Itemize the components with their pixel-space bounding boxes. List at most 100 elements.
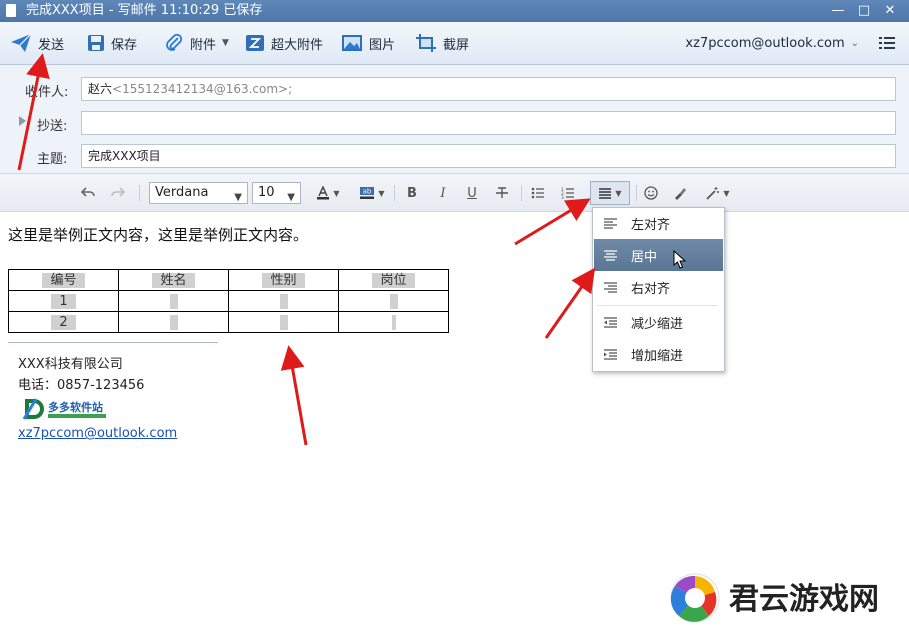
separator bbox=[521, 185, 522, 201]
align-dropdown-button[interactable]: ▼ bbox=[590, 181, 630, 205]
chevron-down-icon: ▼ bbox=[615, 188, 622, 198]
table-cell[interactable]: 1 bbox=[8, 290, 119, 312]
numbered-list-icon[interactable]: 123 bbox=[559, 183, 577, 203]
table-cell-value bbox=[169, 314, 178, 330]
table-header-row: 编号 姓名 性别 岗位 bbox=[8, 269, 449, 291]
table-row: 1 bbox=[8, 290, 449, 312]
signature-email-link[interactable]: xz7pccom@outlook.com bbox=[18, 426, 177, 441]
font-family-select[interactable]: Verdana ▼ bbox=[149, 182, 248, 204]
align-right-icon bbox=[604, 281, 617, 293]
table-cell[interactable] bbox=[118, 311, 229, 333]
recipient-name: 赵六 bbox=[88, 82, 113, 96]
menu-item-label: 减少缩进 bbox=[631, 316, 684, 332]
big-attach-button[interactable]: 超大附件 bbox=[245, 22, 323, 64]
table-cell-value bbox=[169, 293, 178, 309]
align-left-icon bbox=[604, 217, 617, 229]
separator bbox=[139, 185, 140, 201]
table-cell[interactable] bbox=[338, 311, 449, 333]
subject-field[interactable]: 完成XXX项目 bbox=[81, 144, 896, 168]
watermark-logo: 君云游戏网 bbox=[670, 573, 879, 623]
minimize-button[interactable]: — bbox=[826, 0, 850, 22]
underline-button[interactable]: U bbox=[464, 183, 480, 203]
table-cell-value: 2 bbox=[51, 314, 76, 330]
table-cell[interactable]: 姓名 bbox=[118, 269, 229, 291]
document-icon bbox=[6, 4, 16, 17]
arrow-to-table bbox=[280, 345, 308, 446]
menu-icon[interactable] bbox=[879, 35, 895, 51]
font-color-button[interactable]: ▼ bbox=[313, 183, 343, 203]
signature-phone: 电话：0857-123456 bbox=[18, 378, 145, 393]
message-body-text[interactable]: 这里是举例正文内容，这里是举例正文内容。 bbox=[8, 224, 308, 245]
font-size-select[interactable]: 10 ▼ bbox=[252, 182, 301, 204]
menu-item-label: 增加缩进 bbox=[631, 348, 684, 364]
menu-separator bbox=[597, 305, 718, 306]
font-color-icon bbox=[317, 186, 330, 200]
arrow-to-center-option bbox=[544, 267, 596, 339]
attach-button[interactable]: 附件 ▼ bbox=[164, 22, 229, 64]
table-cell[interactable] bbox=[118, 290, 229, 312]
redo-icon[interactable] bbox=[110, 183, 126, 203]
cc-field[interactable] bbox=[81, 111, 896, 135]
table-cell[interactable]: 编号 bbox=[8, 269, 119, 291]
table-cell[interactable] bbox=[228, 290, 339, 312]
magic-wand-icon bbox=[706, 187, 720, 200]
font-family-value: Verdana bbox=[155, 185, 209, 200]
save-icon bbox=[88, 35, 104, 51]
menu-item-align-center[interactable]: 居中 bbox=[594, 239, 723, 271]
magic-wand-button[interactable]: ▼ bbox=[704, 183, 732, 203]
strikethrough-icon[interactable] bbox=[494, 183, 510, 203]
format-toolbar: Verdana ▼ 10 ▼ ▼ ab ▼ B I U 123 ▼ ▼ bbox=[0, 174, 909, 212]
table-cell[interactable]: 岗位 bbox=[338, 269, 449, 291]
signature-logo: 多多软件站 bbox=[22, 398, 106, 420]
menu-item-label: 右对齐 bbox=[631, 281, 671, 297]
chevron-down-icon: ⌄ bbox=[850, 37, 859, 49]
main-toolbar: 发送 保存 附件 ▼ 超大附件 图片 截屏 xz7pccom@outlook.c… bbox=[0, 22, 909, 65]
highlight-button[interactable]: ab ▼ bbox=[355, 183, 389, 203]
menu-item-label: 左对齐 bbox=[631, 217, 671, 233]
save-button[interactable]: 保存 bbox=[87, 22, 137, 64]
maximize-button[interactable]: □ bbox=[852, 0, 876, 22]
signature-company: XXX科技有限公司 bbox=[18, 357, 123, 372]
to-field[interactable]: 赵六<155123412134@163.com>; bbox=[81, 77, 896, 101]
attach-dropdown-icon[interactable]: ▼ bbox=[222, 38, 229, 48]
format-painter-icon[interactable] bbox=[672, 183, 688, 203]
align-icon bbox=[599, 187, 612, 199]
separator bbox=[394, 185, 395, 201]
svg-text:ab: ab bbox=[363, 188, 372, 196]
emoji-icon[interactable] bbox=[643, 183, 659, 203]
table-cell[interactable] bbox=[338, 290, 449, 312]
chevron-down-icon: ▼ bbox=[333, 188, 340, 198]
body-table[interactable]: 编号 姓名 性别 岗位 1 2 bbox=[8, 269, 449, 333]
bold-button[interactable]: B bbox=[404, 183, 420, 203]
table-header-cell: 性别 bbox=[262, 272, 305, 288]
to-label: 收件人: bbox=[25, 85, 69, 100]
table-header-cell: 岗位 bbox=[372, 272, 415, 288]
menu-item-decrease-indent[interactable]: 减少缩进 bbox=[594, 307, 723, 337]
menu-item-align-right[interactable]: 右对齐 bbox=[594, 272, 723, 302]
account-selector[interactable]: xz7pccom@outlook.com ⌄ bbox=[685, 22, 859, 64]
send-button[interactable]: 发送 bbox=[10, 22, 64, 64]
image-label: 图片 bbox=[369, 37, 396, 53]
image-icon bbox=[342, 35, 362, 51]
attach-label: 附件 bbox=[190, 37, 217, 53]
subject-label: 主题: bbox=[37, 152, 68, 167]
chevron-down-icon: ▼ bbox=[378, 188, 385, 198]
align-center-icon bbox=[604, 249, 617, 261]
cc-label: 抄送: bbox=[37, 119, 68, 134]
close-button[interactable]: ✕ bbox=[878, 0, 902, 22]
separator bbox=[636, 185, 637, 201]
image-button[interactable]: 图片 bbox=[341, 22, 395, 64]
undo-icon[interactable] bbox=[80, 183, 96, 203]
decrease-indent-icon bbox=[604, 316, 617, 328]
menu-item-increase-indent[interactable]: 增加缩进 bbox=[594, 339, 723, 369]
table-cell-value bbox=[279, 293, 288, 309]
menu-item-align-left[interactable]: 左对齐 bbox=[594, 208, 723, 238]
table-cell[interactable]: 性别 bbox=[228, 269, 339, 291]
bullet-list-icon[interactable] bbox=[530, 183, 546, 203]
window-title: 完成XXX项目 - 写邮件 11:10:29 已保存 bbox=[26, 3, 263, 18]
screenshot-button[interactable]: 截屏 bbox=[415, 22, 469, 64]
expand-cc-icon[interactable] bbox=[19, 116, 26, 126]
table-cell[interactable]: 2 bbox=[8, 311, 119, 333]
italic-button[interactable]: I bbox=[435, 183, 451, 203]
table-cell[interactable] bbox=[228, 311, 339, 333]
